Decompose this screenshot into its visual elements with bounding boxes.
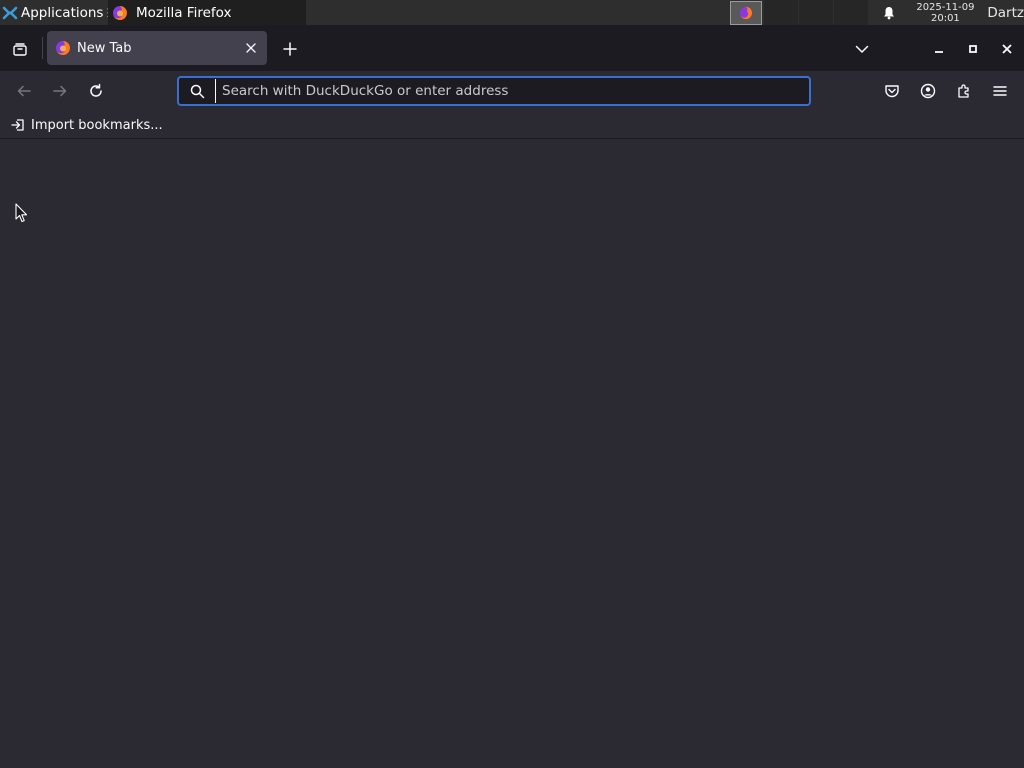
back-arrow-icon <box>16 83 32 99</box>
workspace-2[interactable] <box>764 0 799 25</box>
import-bookmarks-button[interactable]: Import bookmarks... <box>10 115 163 135</box>
minimize-icon <box>934 44 944 54</box>
import-bookmarks-label: Import bookmarks... <box>31 117 163 133</box>
reload-button[interactable] <box>82 77 110 105</box>
firefox-icon <box>739 6 753 20</box>
mouse-pointer-icon <box>15 203 29 223</box>
close-icon <box>1002 44 1012 54</box>
tab-manager-icon <box>12 41 28 57</box>
notifications-button[interactable] <box>869 0 909 25</box>
page-content[interactable] <box>0 139 1024 768</box>
account-icon <box>920 83 936 99</box>
firefox-icon <box>112 5 128 21</box>
bookmarks-toolbar: Import bookmarks... <box>0 111 1024 139</box>
save-to-pocket-button[interactable] <box>878 77 906 105</box>
clock[interactable]: 2025-11-09 20:01 <box>909 2 981 24</box>
navigation-toolbar <box>0 71 1024 111</box>
taskbar-item-label: Mozilla Firefox <box>136 4 232 21</box>
system-panel: Applications ☰ Mozilla Firefox <box>0 0 1024 25</box>
workspace-3[interactable] <box>799 0 834 25</box>
minimize-window-button[interactable] <box>925 35 953 63</box>
xfce-logo-icon <box>2 5 18 21</box>
workspace-1[interactable] <box>729 0 763 25</box>
bell-icon <box>882 6 896 20</box>
tab-strip: New Tab <box>0 25 1024 71</box>
applications-menu-button[interactable]: Applications ☰ <box>0 0 108 25</box>
maximize-window-button[interactable] <box>959 35 987 63</box>
address-input[interactable] <box>215 79 809 103</box>
close-icon <box>246 43 256 53</box>
taskbar-item-firefox[interactable]: Mozilla Firefox <box>108 0 306 25</box>
search-icon <box>179 84 215 99</box>
chevron-down-icon <box>855 42 869 56</box>
import-icon <box>10 117 26 133</box>
tab-title: New Tab <box>77 40 132 56</box>
user-menu[interactable]: Dartz <box>981 5 1024 21</box>
tab-close-button[interactable] <box>239 36 263 60</box>
address-bar[interactable] <box>177 76 811 106</box>
plus-icon <box>283 42 297 56</box>
list-all-tabs-button[interactable] <box>848 35 876 63</box>
application-menu-button[interactable] <box>986 77 1014 105</box>
clock-date: 2025-11-09 <box>916 1 975 13</box>
forward-button[interactable] <box>46 77 74 105</box>
forward-arrow-icon <box>52 83 68 99</box>
extensions-icon <box>956 83 972 99</box>
close-window-button[interactable] <box>993 35 1021 63</box>
account-button[interactable] <box>914 77 942 105</box>
new-tab-button[interactable] <box>276 35 304 63</box>
pocket-icon <box>884 83 900 99</box>
clock-time: 20:01 <box>930 12 960 24</box>
back-button[interactable] <box>10 77 38 105</box>
workspace-4[interactable] <box>834 0 869 25</box>
reload-icon <box>88 83 104 99</box>
maximize-icon <box>968 44 978 54</box>
extensions-button[interactable] <box>950 77 978 105</box>
hamburger-menu-icon <box>992 83 1008 99</box>
firefox-icon <box>55 40 71 56</box>
tab-manager-button[interactable] <box>6 35 34 63</box>
applications-label: Applications <box>21 4 104 21</box>
tab-new-tab[interactable]: New Tab <box>47 31 267 65</box>
